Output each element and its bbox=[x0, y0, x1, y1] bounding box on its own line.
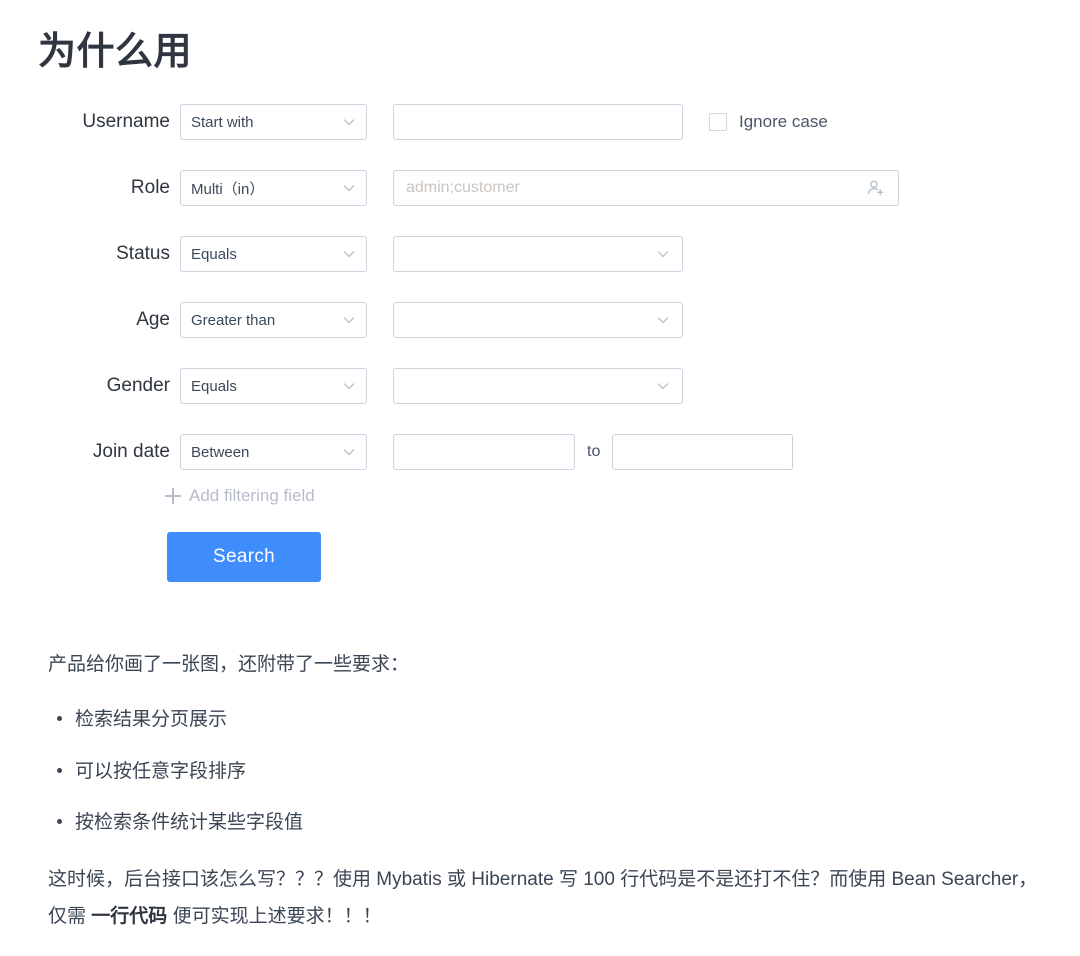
operator-select-username-value: Start with bbox=[191, 113, 254, 131]
ignore-case-checkbox-wrap[interactable]: Ignore case bbox=[709, 112, 828, 132]
operator-select-join-date-value: Between bbox=[191, 443, 250, 461]
value-input-username[interactable] bbox=[393, 104, 683, 140]
chevron-down-icon bbox=[342, 115, 356, 129]
list-item: 检索结果分页展示 bbox=[57, 703, 1048, 736]
search-filter-form: Username Start with Ignore case Role Mul… bbox=[0, 104, 1080, 582]
filter-row-join-date: Join date Between to bbox=[0, 434, 1080, 470]
chevron-down-icon bbox=[656, 313, 670, 327]
value-select-gender[interactable] bbox=[393, 368, 683, 404]
filter-label-gender: Gender bbox=[106, 375, 170, 396]
value-select-age[interactable] bbox=[393, 302, 683, 338]
operator-select-role[interactable]: Multi（in） bbox=[180, 170, 367, 206]
filter-row-gender: Gender Equals bbox=[0, 368, 1080, 404]
page-title: 为什么用 bbox=[38, 31, 193, 74]
add-filtering-field-label: Add filtering field bbox=[189, 486, 315, 505]
value-input-role-placeholder: admin;customer bbox=[406, 179, 520, 196]
value-input-join-date-from[interactable] bbox=[393, 434, 575, 470]
add-filtering-field-button[interactable]: Add filtering field bbox=[165, 486, 315, 506]
list-item: 可以按任意字段排序 bbox=[57, 755, 1048, 788]
user-add-icon[interactable] bbox=[866, 178, 886, 198]
closing-text-part2: 便可实现上述要求！！！ bbox=[167, 906, 382, 928]
value-select-status[interactable] bbox=[393, 236, 683, 272]
operator-select-role-value: Multi（in） bbox=[191, 180, 265, 198]
operator-select-status[interactable]: Equals bbox=[180, 236, 367, 272]
date-range-separator: to bbox=[587, 443, 601, 460]
operator-select-age[interactable]: Greater than bbox=[180, 302, 367, 338]
filter-label-username: Username bbox=[82, 111, 170, 132]
requirements-list: 检索结果分页展示 可以按任意字段排序 按检索条件统计某些字段值 bbox=[48, 703, 1048, 839]
filter-label-role: Role bbox=[130, 177, 170, 198]
chevron-down-icon bbox=[342, 445, 356, 459]
chevron-down-icon bbox=[342, 247, 356, 261]
submit-row: Search bbox=[0, 532, 1080, 582]
article-body: 产品给你画了一张图，还附带了一些要求： 检索结果分页展示 可以按任意字段排序 按… bbox=[48, 648, 1048, 935]
value-input-join-date-to[interactable] bbox=[612, 434, 794, 470]
ignore-case-label: Ignore case bbox=[739, 112, 828, 131]
chevron-down-icon bbox=[656, 379, 670, 393]
filter-row-username: Username Start with Ignore case bbox=[0, 104, 1080, 140]
intro-paragraph: 产品给你画了一张图，还附带了一些要求： bbox=[48, 654, 410, 675]
filter-row-status: Status Equals bbox=[0, 236, 1080, 272]
chevron-down-icon bbox=[342, 379, 356, 393]
add-filter-row: Add filtering field bbox=[0, 486, 1080, 506]
operator-select-gender[interactable]: Equals bbox=[180, 368, 367, 404]
plus-icon bbox=[165, 488, 181, 504]
operator-select-join-date[interactable]: Between bbox=[180, 434, 367, 470]
search-button[interactable]: Search bbox=[167, 532, 321, 582]
filter-row-role: Role Multi（in） admin;customer bbox=[0, 170, 1080, 206]
operator-select-gender-value: Equals bbox=[191, 377, 237, 395]
filter-row-age: Age Greater than bbox=[0, 302, 1080, 338]
closing-text-emphasis: 一行代码 bbox=[91, 906, 168, 928]
list-item: 按检索条件统计某些字段值 bbox=[57, 806, 1048, 839]
ignore-case-checkbox[interactable] bbox=[709, 113, 727, 131]
value-input-role[interactable]: admin;customer bbox=[393, 170, 899, 206]
closing-paragraph: 这时候，后台接口该怎么写？？？使用 Mybatis 或 Hibernate 写 … bbox=[48, 861, 1048, 935]
filter-label-join-date: Join date bbox=[92, 441, 170, 462]
operator-select-status-value: Equals bbox=[191, 245, 237, 263]
operator-select-username[interactable]: Start with bbox=[180, 104, 367, 140]
filter-label-status: Status bbox=[116, 243, 170, 264]
operator-select-age-value: Greater than bbox=[191, 311, 276, 329]
chevron-down-icon bbox=[342, 181, 356, 195]
filter-label-age: Age bbox=[136, 309, 170, 330]
chevron-down-icon bbox=[342, 313, 356, 327]
chevron-down-icon bbox=[656, 247, 670, 261]
